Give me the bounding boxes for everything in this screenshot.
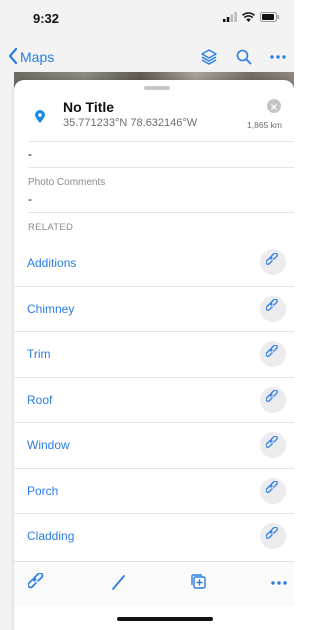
link-icon — [265, 525, 280, 546]
related-label: Cladding — [27, 529, 75, 544]
related-label: Trim — [27, 347, 51, 362]
related-list: Additions Chimney Trim Roof Window Porch… — [14, 240, 294, 559]
divider — [28, 167, 294, 168]
wifi-icon — [242, 9, 255, 27]
layers-icon[interactable] — [200, 48, 218, 66]
chevron-left-icon — [8, 47, 18, 67]
search-icon[interactable] — [236, 49, 252, 65]
home-indicator[interactable] — [117, 617, 213, 621]
more-icon[interactable] — [270, 55, 286, 59]
feature-details-sheet: No Title 35.771233°N 78.632146°W 1,865 k… — [14, 80, 294, 630]
divider — [28, 141, 294, 142]
related-row-trim[interactable]: Trim — [14, 331, 294, 377]
link-button[interactable] — [260, 249, 286, 275]
related-row-porch[interactable]: Porch — [14, 467, 294, 514]
related-label: Roof — [27, 392, 53, 407]
sheet-grabber[interactable] — [144, 86, 170, 90]
photo-comments-value: - — [28, 192, 32, 206]
link-button[interactable] — [260, 295, 286, 322]
feature-coordinates: 35.771233°N 78.632146°W — [63, 117, 198, 129]
link-button[interactable] — [260, 477, 286, 504]
status-icons — [223, 9, 280, 27]
signal-icon — [223, 9, 237, 27]
location-pin-icon — [35, 110, 45, 128]
link-icon — [265, 389, 280, 409]
field-value: - — [28, 147, 32, 161]
close-icon — [271, 97, 277, 115]
related-row-additions[interactable]: Additions — [14, 240, 294, 286]
link-button[interactable] — [260, 432, 286, 458]
link-button[interactable] — [260, 386, 286, 413]
link-icon[interactable] — [28, 573, 46, 591]
bottom-toolbar — [14, 561, 294, 606]
feature-title: No Title — [63, 99, 115, 115]
pencil-icon[interactable] — [111, 573, 127, 591]
link-icon — [265, 298, 280, 318]
back-button[interactable]: Maps — [8, 47, 55, 67]
related-label: Chimney — [27, 301, 75, 316]
navigation-bar: Maps — [0, 38, 294, 76]
link-icon — [265, 251, 280, 272]
photo-comments-label: Photo Comments — [28, 177, 106, 188]
add-copy-icon[interactable] — [190, 573, 207, 590]
more-icon[interactable] — [271, 581, 287, 585]
related-row-window[interactable]: Window — [14, 422, 294, 468]
related-section-header: RELATED — [28, 222, 74, 233]
status-time: 9:32 — [33, 10, 60, 26]
link-button[interactable] — [260, 341, 286, 367]
related-label: Window — [27, 438, 70, 453]
link-icon — [265, 480, 280, 500]
link-icon — [265, 434, 280, 455]
related-row-chimney[interactable]: Chimney — [14, 285, 294, 332]
status-bar: 9:32 — [0, 0, 294, 36]
link-icon — [265, 343, 280, 364]
app-screen: 9:32 Maps No Title 35.771233°N 78.632146… — [0, 0, 294, 630]
related-row-cladding[interactable]: Cladding — [14, 513, 294, 559]
link-button[interactable] — [260, 523, 286, 549]
battery-icon — [260, 9, 280, 27]
related-label: Additions — [27, 255, 77, 270]
feature-distance: 1,865 km — [247, 120, 282, 130]
divider — [28, 212, 294, 213]
related-row-roof[interactable]: Roof — [14, 376, 294, 423]
close-button[interactable] — [267, 99, 281, 113]
related-label: Porch — [27, 483, 59, 498]
back-label: Maps — [20, 49, 55, 65]
feature-header: No Title 35.771233°N 78.632146°W 1,865 k… — [14, 94, 294, 140]
